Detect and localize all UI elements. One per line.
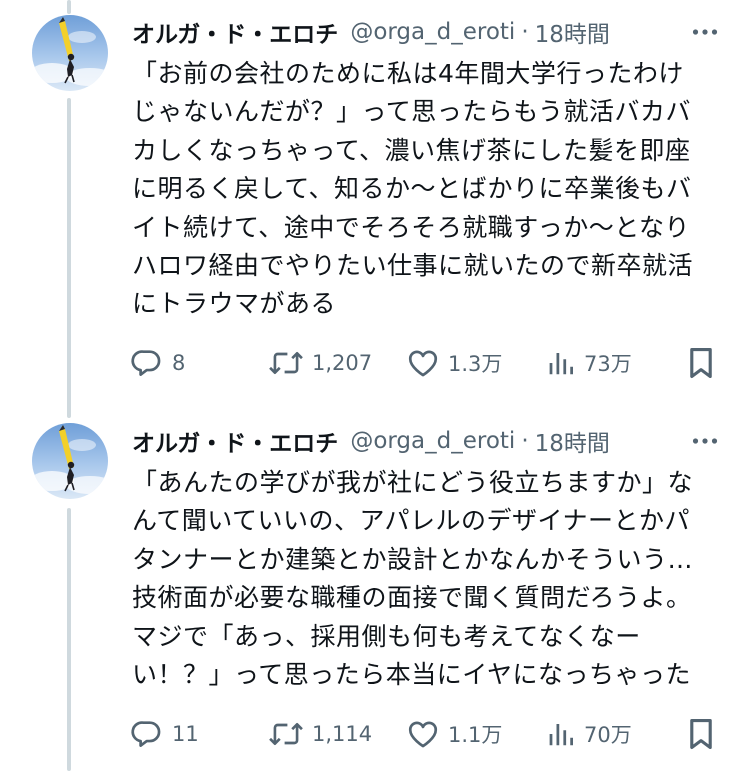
more-horizontal-icon — [692, 29, 718, 35]
tweet-text-line: タンナーとか建築とか設計とかなんかそういう… — [132, 544, 694, 574]
retweet-icon — [269, 351, 303, 375]
like-button[interactable]: 1.3万 — [406, 343, 502, 383]
reply-icon — [131, 350, 161, 376]
bookmark-icon — [690, 347, 712, 379]
tweet-text-line: ハロワ経由でやりたい仕事に就いたので新卒就活 — [132, 251, 694, 281]
tweet-text-line: マジで「あっ、採用側も何も考えてなくなー — [132, 621, 641, 651]
tweet-text-line: 「お前の会社のために私は4年間大学行ったわけ — [132, 59, 684, 88]
tweet-actions: 11 1,114 1.1万 70万 — [130, 714, 720, 754]
user-handle[interactable]: @orga_d_eroti — [350, 19, 515, 45]
retweet-button[interactable]: 1,207 — [268, 343, 372, 383]
reply-icon — [131, 721, 161, 747]
views-icon — [549, 724, 573, 746]
like-count: 1.3万 — [448, 352, 503, 376]
more-horizontal-icon — [692, 438, 718, 444]
retweet-icon — [269, 722, 303, 746]
bookmark-button[interactable] — [686, 343, 716, 383]
separator: · — [521, 428, 529, 454]
timestamp[interactable]: 18時間 — [535, 15, 610, 49]
reply-button[interactable]: 11 — [130, 714, 199, 754]
views-button[interactable]: 70万 — [546, 714, 632, 754]
tweet-text-line: カしくなっちゃって、濃い焦げ茶にした髪を即座 — [132, 135, 691, 165]
separator: · — [521, 19, 529, 45]
bookmark-button[interactable] — [686, 714, 716, 754]
views-count: 73万 — [584, 352, 632, 376]
retweet-count: 1,207 — [312, 351, 373, 375]
like-button[interactable]: 1.1万 — [406, 714, 502, 754]
avatar[interactable] — [32, 423, 108, 499]
tweet-text-line: 「あんたの学びが我が社にどう役立ちますか」な — [132, 468, 694, 497]
tweet-text-line: 技術面が必要な職種の面接で聞く質問だろうよ。 — [132, 583, 692, 613]
tweet[interactable]: オルガ・ド・エロチ @orga_d_eroti · 18時間 「お前の会社のため… — [0, 0, 750, 400]
tweet-header: オルガ・ド・エロチ @orga_d_eroti · 18時間 — [132, 14, 720, 50]
views-icon — [549, 353, 573, 375]
user-handle[interactable]: @orga_d_eroti — [350, 428, 515, 454]
views-count: 70万 — [584, 723, 632, 747]
avatar-image — [32, 425, 108, 494]
like-count: 1.1万 — [448, 723, 503, 747]
tweet-text: 「あんたの学びが我が社にどう役立ちますか」な んて聞いていいの、アパレルのデザイ… — [132, 464, 722, 694]
heart-icon — [408, 350, 438, 377]
timestamp[interactable]: 18時間 — [535, 424, 610, 458]
tweet-text-line: にトラウマがある — [132, 289, 337, 319]
reply-button[interactable]: 8 — [130, 343, 185, 383]
tweet-text-line: イト続けて、途中でそろそろ就職すっか〜となり — [132, 212, 691, 242]
heart-icon — [408, 721, 438, 748]
tweet-text-line: んて聞いていいの、アパレルのデザイナーとかパ — [132, 506, 691, 536]
reply-count: 8 — [172, 351, 186, 375]
reply-count: 11 — [172, 722, 199, 746]
tweet-text-line: に明るく戻して、知るか〜とばかりに卒業後もバ — [132, 174, 692, 204]
more-button[interactable] — [690, 427, 720, 455]
tweet-actions: 8 1,207 1.3万 73万 — [130, 343, 720, 383]
tweet[interactable]: オルガ・ド・エロチ @orga_d_eroti · 18時間 「あんたの学びが我… — [0, 410, 750, 771]
more-button[interactable] — [690, 18, 720, 46]
tweet-text-line: い！？」って思ったら本当にイヤになっちゃった — [132, 660, 692, 690]
display-name[interactable]: オルガ・ド・エロチ — [132, 15, 338, 49]
bookmark-icon — [690, 718, 712, 750]
tweet-text-line: じゃないんだが？」って思ったらもう就活バカバ — [132, 97, 692, 127]
retweet-count: 1,114 — [312, 722, 373, 746]
retweet-button[interactable]: 1,114 — [268, 714, 372, 754]
display-name[interactable]: オルガ・ド・エロチ — [132, 424, 338, 458]
tweet-text: 「お前の会社のために私は4年間大学行ったわけ じゃないんだが？」って思ったらもう… — [132, 55, 722, 324]
views-button[interactable]: 73万 — [546, 343, 632, 383]
avatar[interactable] — [32, 15, 108, 91]
tweet-header: オルガ・ド・エロチ @orga_d_eroti · 18時間 — [132, 423, 720, 459]
avatar-image — [32, 17, 108, 86]
